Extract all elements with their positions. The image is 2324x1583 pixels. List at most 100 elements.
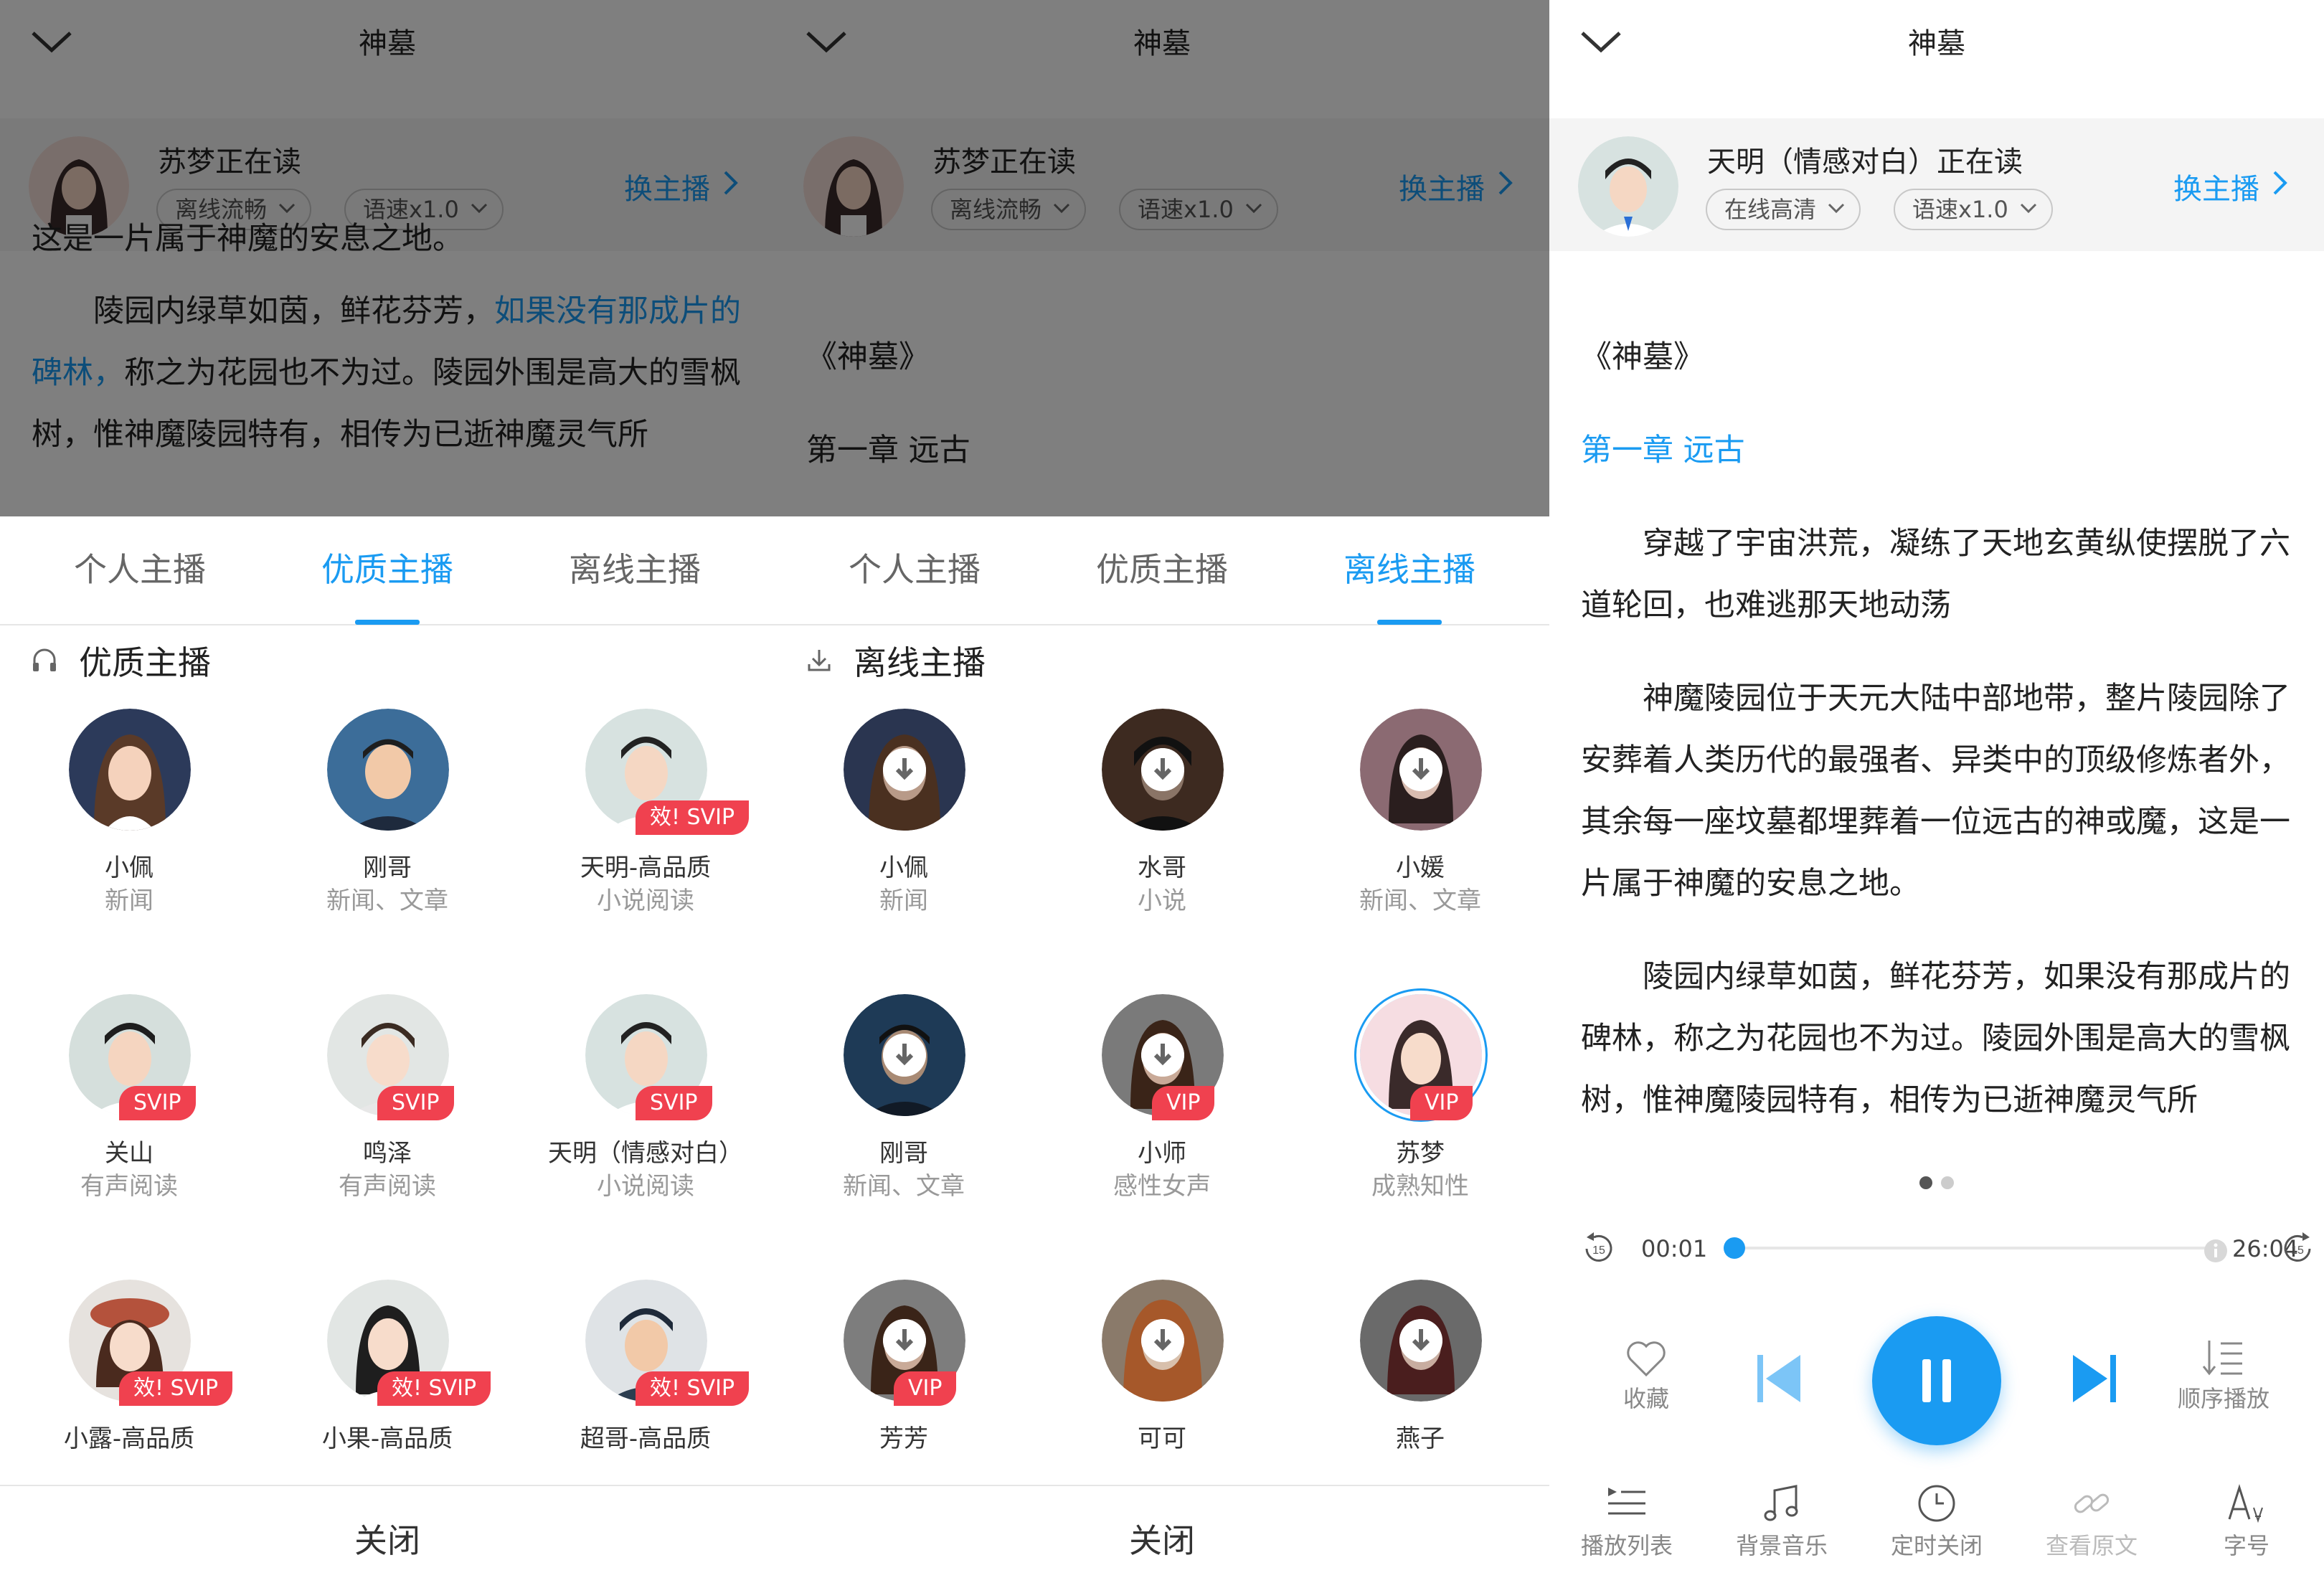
tab-premium[interactable]: 优质主播 bbox=[1054, 544, 1270, 591]
play-order-label: 顺序播放 bbox=[2177, 1385, 2269, 1412]
svip-badge: SVIP bbox=[377, 1086, 454, 1120]
download-icon[interactable] bbox=[1399, 1319, 1442, 1362]
tab-personal[interactable]: 个人主播 bbox=[32, 544, 247, 591]
view-original-label: 查看原文 bbox=[2045, 1532, 2138, 1559]
anchor-card[interactable]: 小佩 新闻 bbox=[0, 689, 258, 974]
font-size-icon bbox=[2228, 1484, 2263, 1523]
anchor-category: 有声阅读 bbox=[80, 1172, 178, 1201]
paragraph: 陵园内绿草如茵，鲜花芬芳，如果没有那成片的碑林，称之为花园也不为过。陵园外围是高… bbox=[1581, 959, 2290, 1118]
close-button[interactable]: 关闭 bbox=[0, 1515, 775, 1562]
info-icon[interactable] bbox=[2203, 1239, 2228, 1263]
next-track-icon[interactable] bbox=[2072, 1353, 2117, 1404]
anchor-category: 感性女声 bbox=[1113, 1172, 1211, 1201]
download-icon bbox=[808, 650, 831, 671]
playlist-button[interactable]: 播放列表 bbox=[1549, 1483, 1704, 1561]
reading-text: 《神墓》 第一章 远古 穿越了宇宙洪荒，凝练了天地玄黄纵使摆脱了六道轮回，也难逃… bbox=[1581, 326, 2298, 1144]
anchor-category: 新闻、文章 bbox=[843, 1172, 965, 1201]
anchor-name: 刚哥 bbox=[363, 854, 412, 882]
download-icon[interactable] bbox=[1141, 1034, 1184, 1077]
anchor-category: 新闻 bbox=[105, 887, 153, 915]
font-size-button[interactable]: 字号 bbox=[2169, 1483, 2324, 1561]
anchor-category: 小说阅读 bbox=[597, 1172, 694, 1201]
anchor-card[interactable]: SVIP 鸣泽 有声阅读 bbox=[258, 974, 516, 1260]
rewind-15-icon[interactable]: 15 bbox=[1579, 1229, 1618, 1268]
anchor-category: 新闻、文章 bbox=[326, 887, 448, 915]
anchor-category: 新闻、文章 bbox=[1359, 887, 1481, 915]
tab-premium[interactable]: 优质主播 bbox=[280, 544, 495, 591]
anchor-category: 小说 bbox=[1138, 887, 1186, 915]
anchor-name: 苏梦 bbox=[1396, 1139, 1445, 1168]
previous-track-icon[interactable] bbox=[1756, 1353, 1802, 1404]
download-icon[interactable] bbox=[1141, 1319, 1184, 1362]
paragraph: 穿越了宇宙洪荒，凝练了天地玄黄纵使摆脱了六道轮回，也难逃那天地动荡 bbox=[1581, 526, 2290, 623]
tab-offline[interactable]: 离线主播 bbox=[1302, 544, 1517, 591]
page-dot-active bbox=[1919, 1176, 1932, 1189]
download-icon[interactable] bbox=[883, 1319, 926, 1362]
svip-badge: 效! SVIP bbox=[119, 1371, 233, 1406]
dim-overlay[interactable] bbox=[775, 0, 1549, 516]
pause-button[interactable] bbox=[1872, 1316, 2001, 1445]
current-time: 00:01 bbox=[1641, 1235, 1708, 1262]
tab-offline[interactable]: 离线主播 bbox=[527, 544, 742, 591]
anchor-name: 可可 bbox=[1138, 1424, 1186, 1453]
anchor-sheet: 个人主播 优质主播 离线主播 优质主播 小佩 新闻 刚哥 新闻、文章 效! SV… bbox=[0, 516, 775, 1583]
anchor-card[interactable]: 小媛 新闻、文章 bbox=[1291, 689, 1549, 974]
quality-dropdown[interactable]: 在线高清 bbox=[1706, 189, 1861, 230]
panel-player: 神墓 天明（情感对白）正在读 在线高清 语速x1.0 换主播 《神墓》 第一章 … bbox=[1549, 0, 2324, 1583]
anchor-card[interactable]: 水哥 小说 bbox=[1033, 689, 1291, 974]
forward-label: 15 bbox=[2291, 1244, 2304, 1257]
anchor-card[interactable]: 小佩 新闻 bbox=[775, 689, 1033, 974]
speed-dropdown[interactable]: 语速x1.0 bbox=[1894, 189, 2053, 230]
svip-badge: 效! SVIP bbox=[377, 1371, 491, 1406]
progress-slider[interactable] bbox=[1724, 1237, 2220, 1259]
background-music-label: 背景音乐 bbox=[1735, 1532, 1828, 1559]
anchor-card[interactable]: VIP 苏梦 成熟知性 bbox=[1291, 974, 1549, 1260]
anchor-name: 燕子 bbox=[1396, 1424, 1445, 1453]
active-tab-indicator bbox=[1377, 620, 1442, 625]
svip-badge: 效! SVIP bbox=[636, 800, 750, 835]
view-original-button[interactable]: 查看原文 bbox=[2014, 1483, 2169, 1561]
close-bar[interactable]: 关闭 bbox=[0, 1485, 775, 1583]
anchor-name: 小佩 bbox=[105, 854, 153, 882]
play-order-button[interactable]: 顺序播放 bbox=[2166, 1338, 2281, 1414]
anchor-card[interactable]: SVIP 关山 有声阅读 bbox=[0, 974, 258, 1260]
progress-knob[interactable] bbox=[1724, 1237, 1746, 1259]
anchor-card[interactable]: 刚哥 新闻、文章 bbox=[258, 689, 516, 974]
anchor-avatar bbox=[69, 709, 191, 831]
anchor-category: 小说阅读 bbox=[597, 887, 694, 915]
anchor-name: 小露-高品质 bbox=[63, 1424, 195, 1453]
svip-badge: SVIP bbox=[636, 1086, 712, 1120]
anchor-card[interactable]: 刚哥 新闻、文章 bbox=[775, 974, 1033, 1260]
page-dot[interactable] bbox=[1941, 1176, 1954, 1189]
background-music-button[interactable]: 背景音乐 bbox=[1704, 1483, 1859, 1561]
download-icon[interactable] bbox=[883, 1034, 926, 1077]
tab-personal[interactable]: 个人主播 bbox=[807, 544, 1022, 591]
download-icon[interactable] bbox=[1141, 748, 1184, 791]
svip-badge: SVIP bbox=[119, 1086, 196, 1120]
anchor-category: 成熟知性 bbox=[1371, 1172, 1469, 1201]
close-button[interactable]: 关闭 bbox=[775, 1515, 1549, 1562]
favorite-button[interactable]: 收藏 bbox=[1607, 1338, 1686, 1414]
font-size-label: 字号 bbox=[2223, 1532, 2269, 1559]
anchor-name: 超哥-高品质 bbox=[580, 1424, 712, 1453]
anchor-name: 芳芳 bbox=[879, 1424, 928, 1453]
dim-overlay[interactable] bbox=[0, 0, 775, 516]
forward-15-icon[interactable]: 15 bbox=[2278, 1229, 2317, 1268]
vip-badge: VIP bbox=[894, 1371, 957, 1406]
heart-icon bbox=[1627, 1341, 1666, 1377]
pause-icon bbox=[1922, 1359, 1951, 1402]
playlist-icon bbox=[1608, 1488, 1645, 1515]
close-bar[interactable]: 关闭 bbox=[775, 1485, 1549, 1583]
anchor-name: 水哥 bbox=[1138, 854, 1186, 882]
anchor-category: 新闻 bbox=[879, 887, 928, 915]
chapter-title: 第一章 远古 bbox=[1581, 433, 1745, 468]
anchor-card[interactable]: VIP 小师 感性女声 bbox=[1033, 974, 1291, 1260]
anchor-card[interactable]: 效! SVIP 天明-高品质 小说阅读 bbox=[516, 689, 775, 974]
download-icon[interactable] bbox=[1399, 748, 1442, 791]
sleep-timer-button[interactable]: 定时关闭 bbox=[1859, 1483, 2014, 1561]
anchor-name: 刚哥 bbox=[879, 1139, 928, 1168]
switch-anchor-button[interactable]: 换主播 bbox=[2173, 166, 2259, 207]
anchor-card[interactable]: SVIP 天明（情感对白） 小说阅读 bbox=[516, 974, 775, 1260]
rewind-label: 15 bbox=[1592, 1244, 1605, 1257]
download-icon[interactable] bbox=[883, 748, 926, 791]
